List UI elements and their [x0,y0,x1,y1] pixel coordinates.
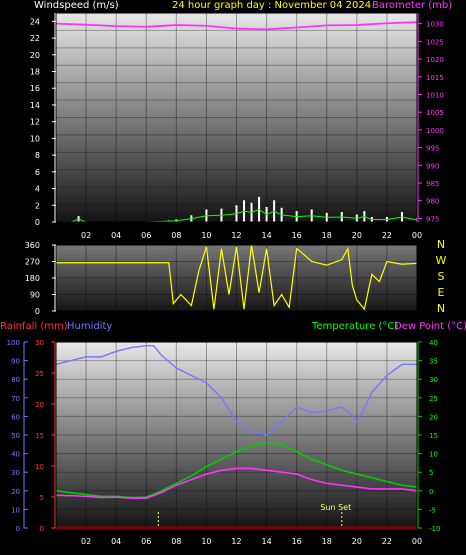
wind-x-tick-label: 20 [352,231,362,240]
wind-x-tick-label: 12 [231,231,241,240]
humidity-y-tick-label: 100 [7,339,20,347]
direction-y-tick-label: 270 [25,258,40,267]
wind-x-tick-label: 18 [322,231,332,240]
wind-y-tick-label: 18 [30,68,40,77]
wind-y-tick-label: 2 [35,201,40,210]
barometer-y-tick-label: 1000 [426,127,444,135]
temperature-y-tick-label: 10 [429,451,438,459]
direction-y-tick-label: 180 [25,274,40,283]
rainfall-y-tick-label: 25 [35,370,44,378]
compass-letter-n: N [437,302,445,315]
humidity-y-tick-label: 80 [11,376,20,384]
temperature-y-tick-label: 15 [429,432,438,440]
humidity-y-tick-label: 10 [11,506,20,514]
wind-y-tick-label: 20 [30,51,40,60]
humidity-y-tick-label: 50 [11,432,20,440]
rainfall-y-tick-label: 20 [35,401,44,409]
wind-y-tick-label: 8 [35,151,40,160]
temperature-y-tick-label: 20 [429,413,438,421]
wind-x-tick-label: 22 [382,231,392,240]
wind-y-tick-label: 12 [30,118,40,127]
direction-y-tick-label: 360 [25,241,40,250]
barometer-y-tick-label: 1030 [426,21,444,29]
wind-x-tick-label: 08 [171,231,181,240]
compass-letter-n: N [437,238,445,251]
humidity-y-tick-label: 20 [11,488,20,496]
weather-graph: 0246810121416182022249759809859909951000… [7,12,447,546]
temperature-y-tick-label: 35 [429,358,438,366]
sunset-label: Sun Set [320,503,351,512]
temperature-x-tick-label: 02 [81,537,91,546]
humidity-y-tick-label: 70 [11,395,20,403]
compass-letter-e: E [438,286,445,299]
humidity-y-tick-label: 60 [11,413,20,421]
wind-x-tick-label: 02 [81,231,91,240]
barometer-y-tick-label: 975 [426,215,439,223]
wind-y-tick-label: 6 [35,168,40,177]
wind-x-tick-label: 14 [261,231,271,240]
rainfall-y-tick-label: 30 [35,339,44,347]
wind-x-tick-label: 10 [201,231,211,240]
barometer-y-tick-label: 980 [426,198,439,206]
direction-y-tick-label: 0 [35,307,40,316]
wind-x-tick-label: 04 [111,231,121,240]
barometer-y-tick-label: 995 [426,145,439,153]
wind-y-tick-label: 10 [30,134,40,143]
barometer-y-tick-label: 990 [426,162,439,170]
wind-x-tick-label: 06 [141,231,151,240]
temperature-y-tick-label: -5 [429,506,436,514]
barometer-y-tick-label: 985 [426,180,439,188]
temperature-x-tick-label: 14 [261,537,271,546]
wind-y-tick-label: 0 [35,218,40,227]
humidity-y-tick-label: 0 [16,525,20,533]
temperature-x-tick-label: 22 [382,537,392,546]
barometer-y-tick-label: 1010 [426,91,444,99]
rainfall-y-tick-label: 5 [40,494,44,502]
temperature-x-tick-label: 20 [352,537,362,546]
wind-y-tick-label: 4 [35,185,40,194]
temperature-x-tick-label: 12 [231,537,241,546]
humidity-y-tick-label: 40 [11,451,20,459]
barometer-y-tick-label: 1015 [426,74,444,82]
temperature-y-tick-label: 5 [429,469,433,477]
temperature-x-tick-label: 08 [171,537,181,546]
compass-letter-s: S [438,270,445,283]
barometer-y-tick-label: 1005 [426,109,444,117]
temperature-y-tick-label: 0 [429,488,433,496]
barometer-y-tick-label: 1025 [426,38,444,46]
rainfall-y-tick-label: 0 [40,525,44,533]
humidity-y-tick-label: 30 [11,469,20,477]
wind-y-tick-label: 24 [30,17,40,26]
wind-x-tick-label: 16 [292,231,302,240]
humidity-y-tick-label: 90 [11,358,20,366]
rainfall-y-tick-label: 10 [35,463,44,471]
temperature-y-tick-label: 40 [429,339,438,347]
temperature-x-tick-label: 04 [111,537,121,546]
temperature-x-tick-label: 00 [412,537,422,546]
barometer-y-tick-label: 1020 [426,56,444,64]
wind-y-tick-label: 16 [30,84,40,93]
temperature-y-tick-label: 30 [429,376,438,384]
wind-x-tick-label: 00 [412,231,422,240]
wind-y-tick-label: 14 [30,101,40,110]
temperature-x-tick-label: 18 [322,537,332,546]
temperature-x-tick-label: 10 [201,537,211,546]
temperature-y-tick-label: 25 [429,395,438,403]
direction-y-tick-label: 90 [30,291,40,300]
temperature-y-tick-label: -10 [429,525,440,533]
temperature-x-tick-label: 06 [141,537,151,546]
rainfall-y-tick-label: 15 [35,432,44,440]
temperature-x-tick-label: 16 [292,537,302,546]
compass-letter-w: W [436,254,447,267]
wind-y-tick-label: 22 [30,34,40,43]
